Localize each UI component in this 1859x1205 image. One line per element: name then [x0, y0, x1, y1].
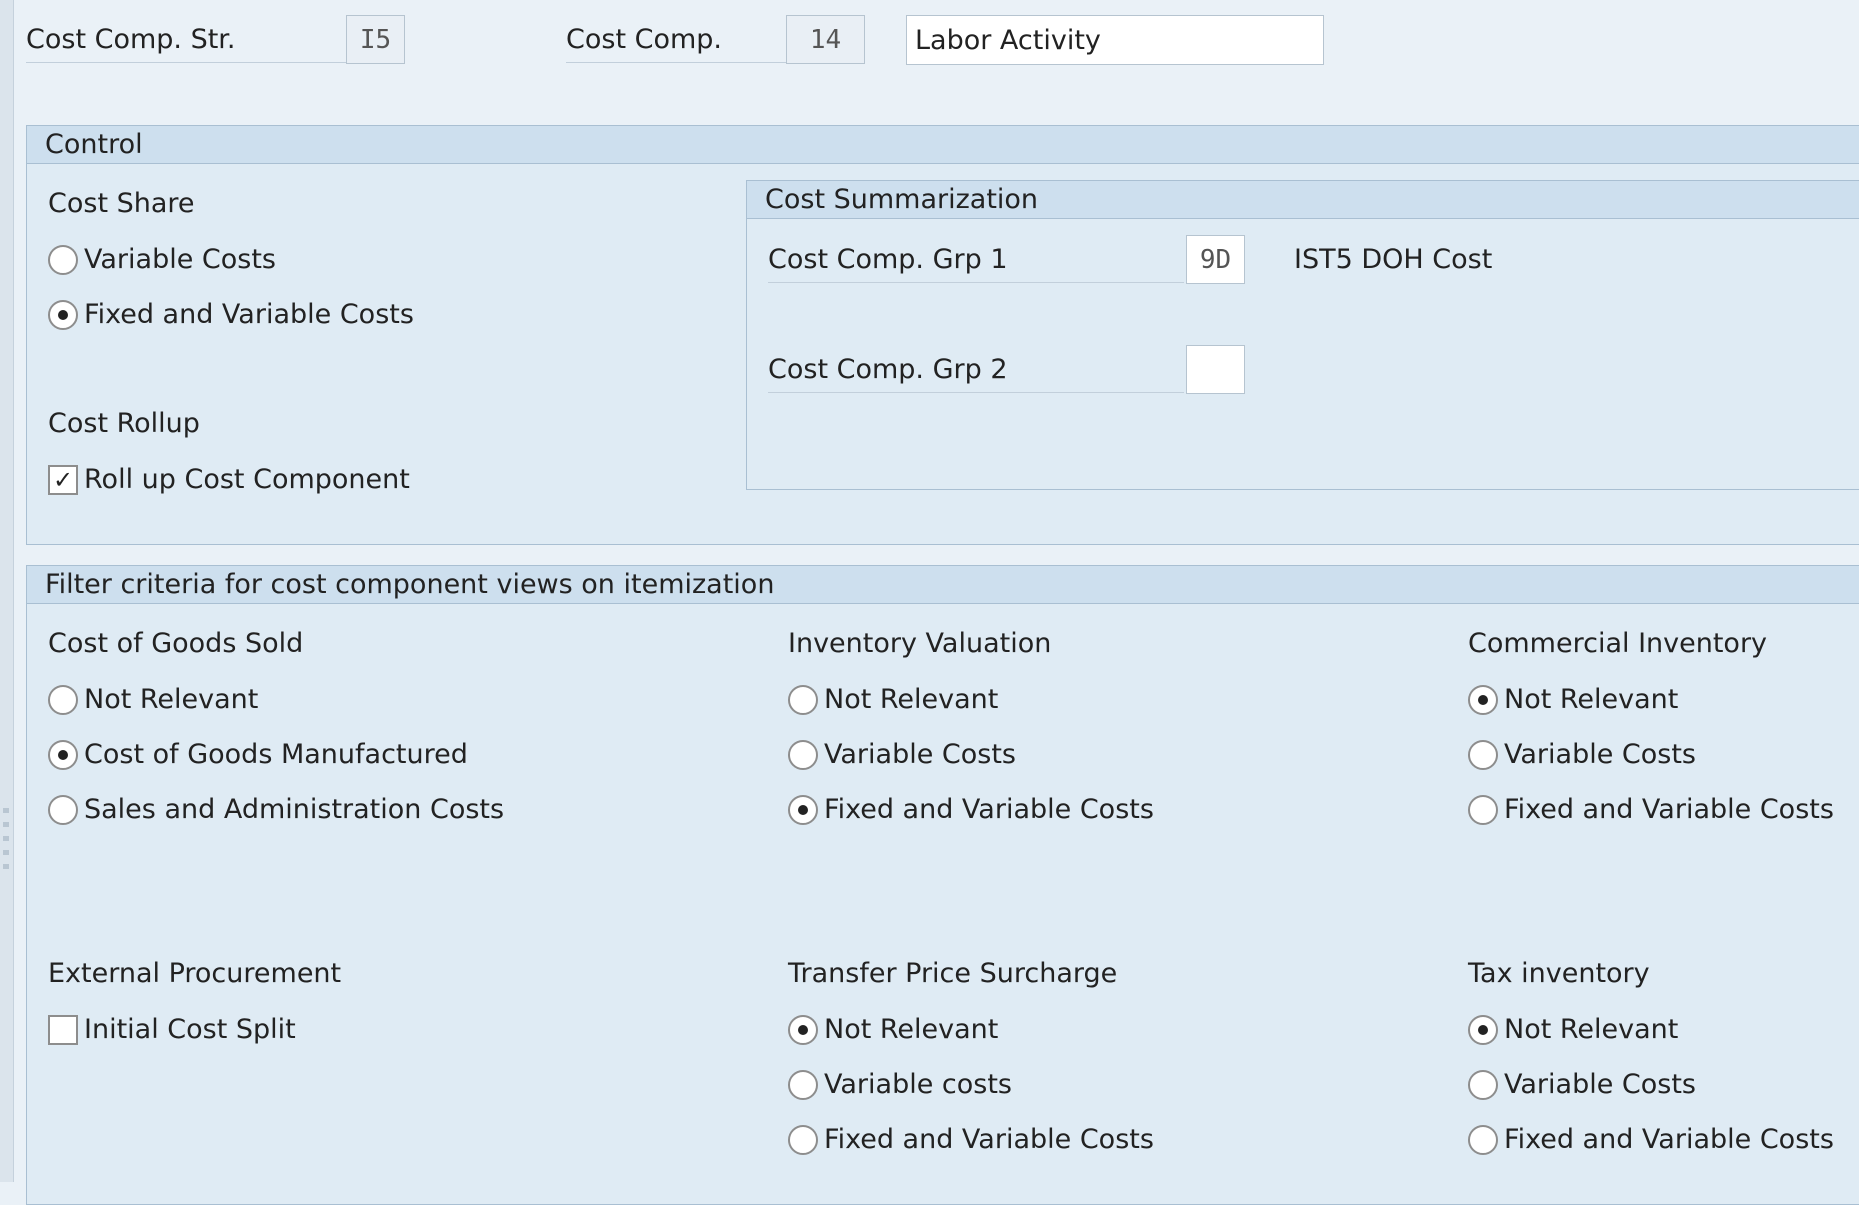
radio-comm-inv-not-relevant-label: Not Relevant: [1504, 684, 1679, 715]
radio-tax-inv-not-relevant-label: Not Relevant: [1504, 1014, 1679, 1045]
radio-inv-val-variable-label: Variable Costs: [824, 739, 1016, 770]
radio-fixed-and-variable-costs-label: Fixed and Variable Costs: [84, 299, 414, 330]
radio-variable-costs-label: Variable Costs: [84, 244, 276, 275]
splitter-grip-3[interactable]: [3, 836, 9, 841]
radio-inv-val-fixed-variable-label: Fixed and Variable Costs: [824, 794, 1154, 825]
cost-summarization-title: Cost Summarization: [747, 181, 1859, 219]
inventory-valuation-label: Inventory Valuation: [788, 628, 1052, 659]
radio-tax-inv-variable-label: Variable Costs: [1504, 1069, 1696, 1100]
radio-cogs-not-relevant-label: Not Relevant: [84, 684, 259, 715]
cost-comp-grp2-label: Cost Comp. Grp 2: [768, 348, 1184, 393]
roll-up-checkbox-label: Roll up Cost Component: [84, 464, 410, 495]
cost-comp-str-label: Cost Comp. Str.: [26, 18, 346, 63]
radio-inv-val-not-relevant-label: Not Relevant: [824, 684, 999, 715]
roll-up-checkbox[interactable]: ✓: [48, 465, 78, 495]
radio-cogs-not-relevant[interactable]: [48, 685, 78, 715]
transfer-price-surcharge-label: Transfer Price Surcharge: [788, 958, 1118, 989]
cost-comp-label: Cost Comp.: [566, 18, 786, 63]
cost-comp-description-field[interactable]: Labor Activity: [906, 15, 1324, 65]
splitter-grip-1[interactable]: [3, 808, 9, 813]
cost-comp-field[interactable]: 14: [786, 15, 865, 64]
radio-tps-variable-label: Variable costs: [824, 1069, 1012, 1100]
radio-comm-inv-fixed-variable[interactable]: [1468, 795, 1498, 825]
radio-cogs-sales-admin-label: Sales and Administration Costs: [84, 794, 505, 825]
initial-cost-split-label: Initial Cost Split: [84, 1014, 296, 1045]
radio-fixed-and-variable-costs[interactable]: [48, 300, 78, 330]
cost-comp-str-field[interactable]: I5: [346, 15, 405, 64]
radio-tps-not-relevant[interactable]: [788, 1015, 818, 1045]
radio-tax-inv-fixed-variable[interactable]: [1468, 1125, 1498, 1155]
radio-comm-inv-variable-label: Variable Costs: [1504, 739, 1696, 770]
radio-tax-inv-not-relevant[interactable]: [1468, 1015, 1498, 1045]
external-procurement-label: External Procurement: [48, 958, 342, 989]
cost-comp-grp1-label: Cost Comp. Grp 1: [768, 238, 1184, 283]
cost-of-goods-sold-label: Cost of Goods Sold: [48, 628, 304, 659]
left-edge-divider: [0, 0, 14, 1182]
radio-comm-inv-not-relevant[interactable]: [1468, 685, 1498, 715]
initial-cost-split-checkbox[interactable]: [48, 1015, 78, 1045]
radio-tax-inv-variable[interactable]: [1468, 1070, 1498, 1100]
cost-summarization-panel: Cost Summarization: [746, 180, 1859, 490]
filter-panel: Filter criteria for cost component views…: [26, 565, 1859, 1205]
splitter-grip-2[interactable]: [3, 822, 9, 827]
radio-tps-fixed-variable-label: Fixed and Variable Costs: [824, 1124, 1154, 1155]
radio-tps-fixed-variable[interactable]: [788, 1125, 818, 1155]
filter-panel-title: Filter criteria for cost component views…: [27, 566, 1859, 604]
control-panel-title: Control: [27, 126, 1859, 164]
cost-comp-grp1-description: IST5 DOH Cost: [1294, 244, 1493, 275]
radio-cogs-manufactured-label: Cost of Goods Manufactured: [84, 739, 468, 770]
radio-inv-val-not-relevant[interactable]: [788, 685, 818, 715]
radio-cogs-sales-admin[interactable]: [48, 795, 78, 825]
checkmark-icon: ✓: [52, 466, 74, 494]
radio-tps-not-relevant-label: Not Relevant: [824, 1014, 999, 1045]
cost-rollup-label: Cost Rollup: [48, 408, 200, 439]
radio-inv-val-fixed-variable[interactable]: [788, 795, 818, 825]
splitter-grip-4[interactable]: [3, 850, 9, 855]
cost-share-label: Cost Share: [48, 188, 195, 219]
radio-tax-inv-fixed-variable-label: Fixed and Variable Costs: [1504, 1124, 1834, 1155]
radio-cogs-manufactured[interactable]: [48, 740, 78, 770]
cost-comp-grp2-field[interactable]: [1186, 345, 1245, 394]
tax-inventory-label: Tax inventory: [1468, 958, 1650, 989]
splitter-grip-5[interactable]: [3, 864, 9, 869]
radio-comm-inv-variable[interactable]: [1468, 740, 1498, 770]
commercial-inventory-label: Commercial Inventory: [1468, 628, 1768, 659]
radio-inv-val-variable[interactable]: [788, 740, 818, 770]
radio-comm-inv-fixed-variable-label: Fixed and Variable Costs: [1504, 794, 1834, 825]
cost-comp-grp1-field[interactable]: 9D: [1186, 235, 1245, 284]
radio-variable-costs[interactable]: [48, 245, 78, 275]
radio-tps-variable[interactable]: [788, 1070, 818, 1100]
